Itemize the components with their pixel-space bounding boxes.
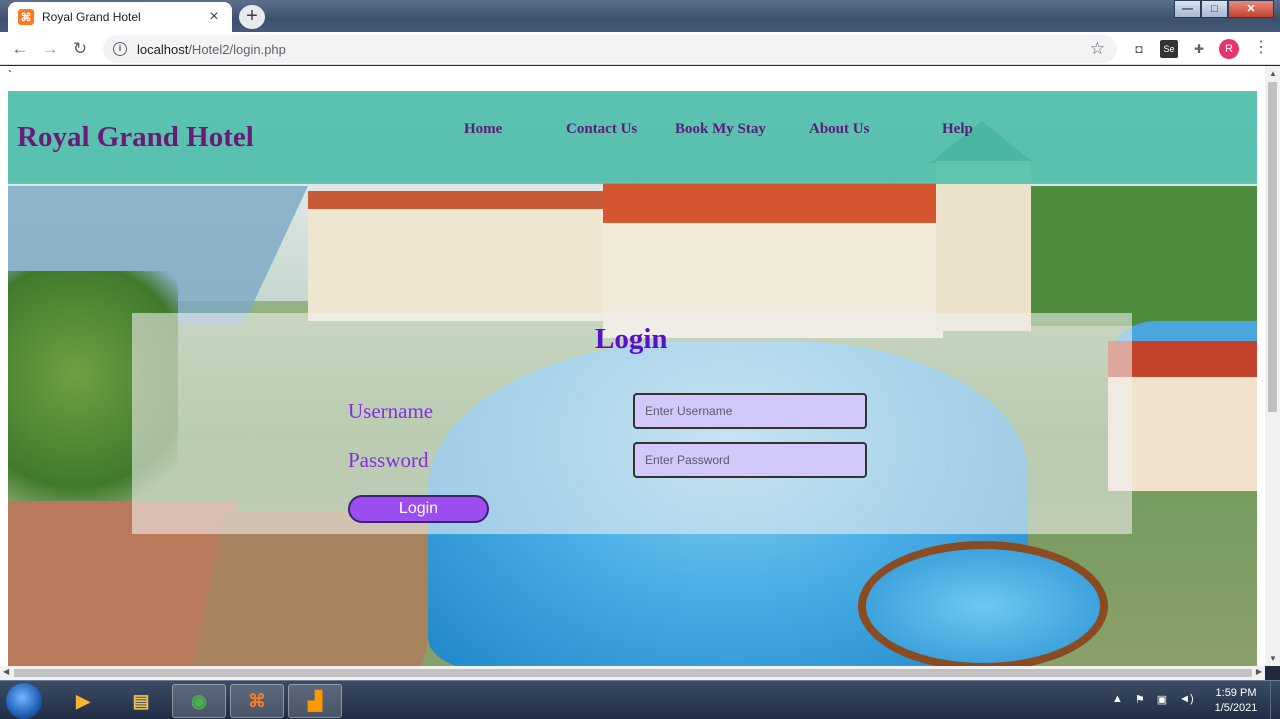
horizontal-scrollbar[interactable]: ◀ ▶ [0, 666, 1265, 680]
chrome-taskbar-icon[interactable]: ◉ [172, 684, 226, 718]
url-text: localhost/Hotel2/login.php [137, 42, 286, 57]
camera-extension-icon[interactable]: ◘ [1130, 40, 1148, 58]
login-heading: Login [595, 323, 668, 355]
background-deck [190, 511, 456, 666]
page-viewport: ` Royal Grand Hotel Home Contact Us Book… [0, 66, 1265, 666]
horizontal-scroll-thumb[interactable] [14, 669, 1252, 677]
background-hill [1028, 186, 1257, 326]
bookmark-star-icon[interactable]: ☆ [1090, 39, 1105, 59]
profile-avatar[interactable]: R [1219, 39, 1239, 59]
browser-toolbar: ← → ↻ i localhost/Hotel2/login.php ☆ ◘ S… [0, 32, 1280, 65]
site-title: Royal Grand Hotel [17, 121, 254, 153]
new-tab-button[interactable]: + [239, 5, 265, 29]
browser-menu-icon[interactable]: ⋮ [1253, 38, 1269, 58]
url-path: /Hotel2/login.php [188, 41, 286, 57]
site-info-icon[interactable]: i [113, 42, 127, 56]
media-player-icon[interactable]: ▶ [56, 684, 110, 718]
extensions-puzzle-icon[interactable]: ✚ [1190, 40, 1208, 58]
window-controls: — □ ✕ [1174, 0, 1274, 18]
selenium-extension-icon[interactable]: Se [1160, 40, 1178, 58]
login-button[interactable]: Login [348, 495, 489, 523]
nav-contact-us[interactable]: Contact Us [566, 121, 637, 138]
tab-close-icon[interactable]: × [206, 8, 222, 26]
background-round-pool [858, 541, 1108, 666]
reload-icon[interactable]: ↻ [69, 38, 91, 60]
username-input[interactable] [633, 393, 867, 429]
vertical-scroll-thumb[interactable] [1268, 82, 1277, 412]
action-center-flag-icon[interactable]: ⚑ [1135, 693, 1145, 706]
show-desktop-button[interactable] [1270, 681, 1280, 719]
browser-titlebar: ⌘ Royal Grand Hotel × + — □ ✕ [0, 0, 1280, 32]
xampp-favicon-icon: ⌘ [18, 9, 34, 25]
browser-tab[interactable]: ⌘ Royal Grand Hotel × [8, 2, 232, 32]
nav-help[interactable]: Help [942, 121, 973, 138]
nav-book-my-stay[interactable]: Book My Stay [675, 121, 766, 138]
network-icon[interactable]: ▣ [1157, 693, 1167, 706]
clock-time: 1:59 PM [1215, 687, 1257, 699]
file-explorer-icon[interactable]: ▤ [114, 684, 168, 718]
xampp-taskbar-icon[interactable]: ⌘ [230, 684, 284, 718]
password-label: Password [348, 448, 429, 472]
tab-title: Royal Grand Hotel [42, 10, 141, 24]
password-input[interactable] [633, 442, 867, 478]
scroll-down-arrow-icon[interactable]: ▼ [1269, 654, 1277, 663]
taskbar-clock[interactable]: 1:59 PM 1/5/2021 [1206, 686, 1266, 716]
url-host: localhost [137, 41, 189, 57]
address-bar[interactable]: i localhost/Hotel2/login.php ☆ [103, 35, 1117, 63]
vertical-scrollbar[interactable]: ▲ ▼ [1265, 66, 1280, 666]
close-window-button[interactable]: ✕ [1228, 0, 1274, 18]
clock-date: 1/5/2021 [1214, 702, 1258, 714]
sublime-text-icon[interactable]: ▟ [288, 684, 342, 718]
scroll-right-arrow-icon[interactable]: ▶ [1256, 667, 1262, 676]
system-tray: ▲ ⚑ ▣ ◄) [1112, 693, 1194, 706]
maximize-button[interactable]: □ [1201, 0, 1228, 18]
minimize-button[interactable]: — [1174, 0, 1201, 18]
scroll-left-arrow-icon[interactable]: ◀ [3, 667, 9, 676]
username-label: Username [348, 399, 434, 423]
forward-arrow-icon[interactable]: → [39, 38, 61, 60]
nav-about-us[interactable]: About Us [809, 121, 869, 138]
start-button[interactable] [6, 683, 42, 719]
stray-character: ` [8, 68, 12, 82]
windows-taskbar: ▶ ▤ ◉ ⌘ ▟ ▲ ⚑ ▣ ◄) 1:59 PM 1/5/2021 [0, 680, 1280, 719]
background-building-left [308, 191, 638, 321]
nav-home[interactable]: Home [464, 121, 502, 138]
show-hidden-icons-icon[interactable]: ▲ [1112, 693, 1123, 706]
back-arrow-icon[interactable]: ← [9, 38, 31, 60]
volume-icon[interactable]: ◄) [1179, 693, 1194, 706]
scroll-up-arrow-icon[interactable]: ▲ [1269, 69, 1277, 78]
background-tower [936, 161, 1031, 331]
